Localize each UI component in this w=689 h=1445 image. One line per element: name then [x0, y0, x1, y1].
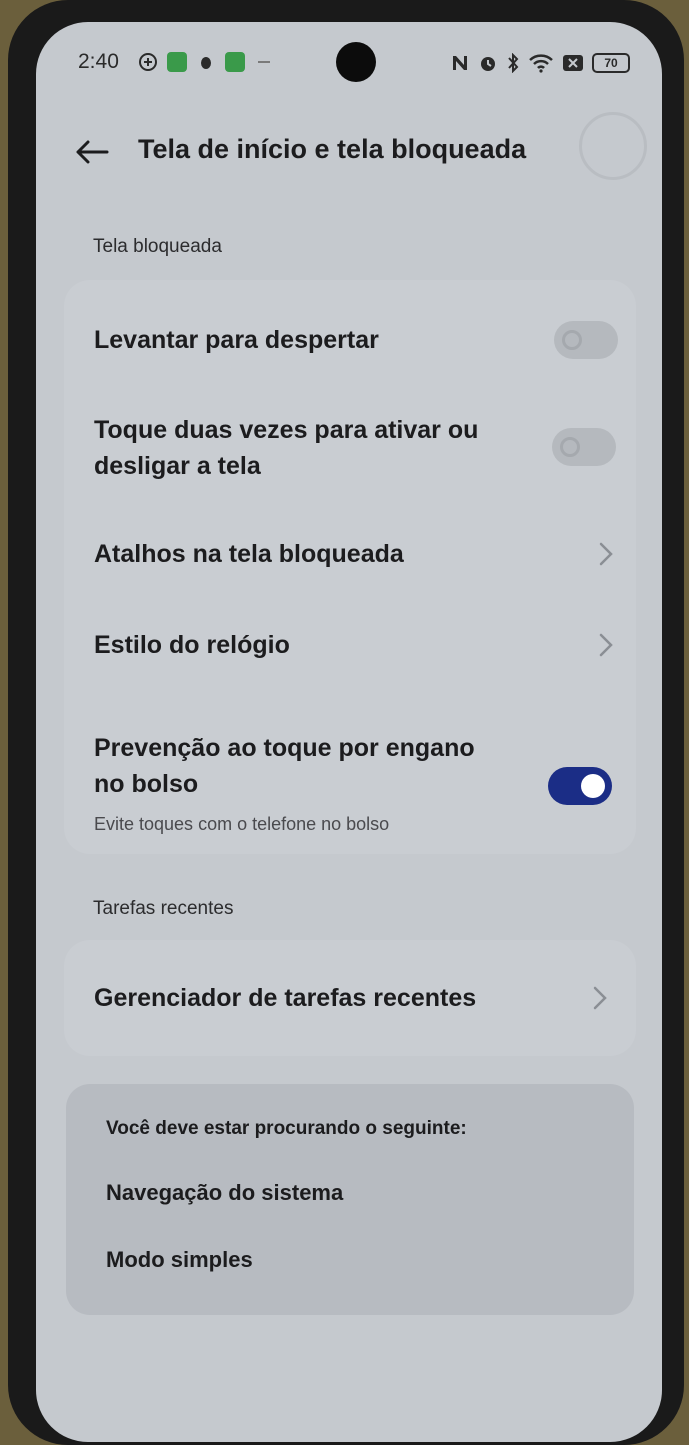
- app-notification-icon: [167, 52, 187, 72]
- no-sim-icon: [563, 55, 583, 71]
- suggestion-simple-mode[interactable]: Modo simples: [106, 1247, 253, 1273]
- setting-subtitle: Evite toques com o telefone no bolso: [94, 814, 390, 834]
- setting-title: Gerenciador de tarefas recentes: [94, 984, 477, 1012]
- status-bar: 2:40 70: [36, 22, 662, 102]
- chevron-right-icon: [593, 986, 607, 1010]
- wifi-icon: [529, 54, 553, 73]
- setting-title-line1: Prevenção ao toque por engano: [94, 734, 475, 762]
- overlay-circle: [579, 112, 647, 180]
- setting-title-line1: Toque duas vezes para ativar ou: [94, 416, 479, 444]
- chevron-right-icon: [599, 633, 613, 657]
- toggle-knob: [581, 774, 605, 798]
- header: Tela de início e tela bloqueada: [36, 112, 662, 192]
- setting-row-clock-style[interactable]: Estilo do relógio: [64, 608, 636, 700]
- screen: 2:40 70 Tela de início e tela bloqueada …: [36, 22, 662, 1442]
- back-button[interactable]: [72, 132, 112, 172]
- bluetooth-icon: [508, 53, 519, 73]
- toggle-knob: [562, 330, 582, 350]
- recent-tasks-card: Gerenciador de tarefas recentes: [64, 940, 636, 1056]
- pocket-mode-toggle[interactable]: [548, 767, 612, 805]
- raise-to-wake-toggle[interactable]: [554, 321, 618, 359]
- setting-title: Levantar para despertar: [94, 326, 379, 354]
- section-label-recent-tasks: Tarefas recentes: [93, 898, 234, 919]
- status-left-icons: [138, 52, 274, 72]
- setting-row-lock-shortcuts[interactable]: Atalhos na tela bloqueada: [64, 518, 636, 608]
- page-title: Tela de início e tela bloqueada: [138, 134, 527, 164]
- suggestions-card: Você deve estar procurando o seguinte: N…: [66, 1084, 634, 1315]
- setting-row-recent-task-manager[interactable]: Gerenciador de tarefas recentes: [64, 940, 636, 1056]
- chevron-right-icon: [599, 542, 613, 566]
- setting-row-raise-to-wake[interactable]: Levantar para despertar: [64, 280, 636, 398]
- status-time: 2:40: [78, 50, 119, 73]
- nfc-icon: [453, 56, 467, 70]
- setting-row-pocket-mode[interactable]: Prevenção ao toque por engano no bolso E…: [64, 700, 636, 854]
- setting-title: Estilo do relógio: [94, 631, 290, 659]
- bug-icon: [201, 57, 211, 69]
- dots-icon: [258, 61, 270, 63]
- arrow-left-icon: [76, 140, 109, 164]
- suggestion-system-navigation[interactable]: Navegação do sistema: [106, 1180, 343, 1206]
- suggestions-heading: Você deve estar procurando o seguinte:: [106, 1118, 467, 1139]
- app-notification-icon-2: [225, 52, 245, 72]
- section-label-lock-screen: Tela bloqueada: [93, 236, 222, 257]
- setting-title: Atalhos na tela bloqueada: [94, 540, 404, 568]
- setting-row-double-tap[interactable]: Toque duas vezes para ativar ou desligar…: [64, 398, 636, 518]
- battery-icon: 70: [592, 53, 630, 73]
- alarm-icon: [481, 57, 495, 71]
- status-right-icons: 70: [450, 52, 630, 74]
- lock-screen-card: Levantar para despertar Toque duas vezes…: [64, 280, 636, 854]
- camera-hole: [336, 42, 376, 82]
- setting-title-line2: no bolso: [94, 770, 199, 798]
- vpn-icon: [139, 53, 157, 71]
- double-tap-toggle[interactable]: [552, 428, 616, 466]
- toggle-knob: [560, 437, 580, 457]
- setting-title-line2: desligar a tela: [94, 452, 261, 480]
